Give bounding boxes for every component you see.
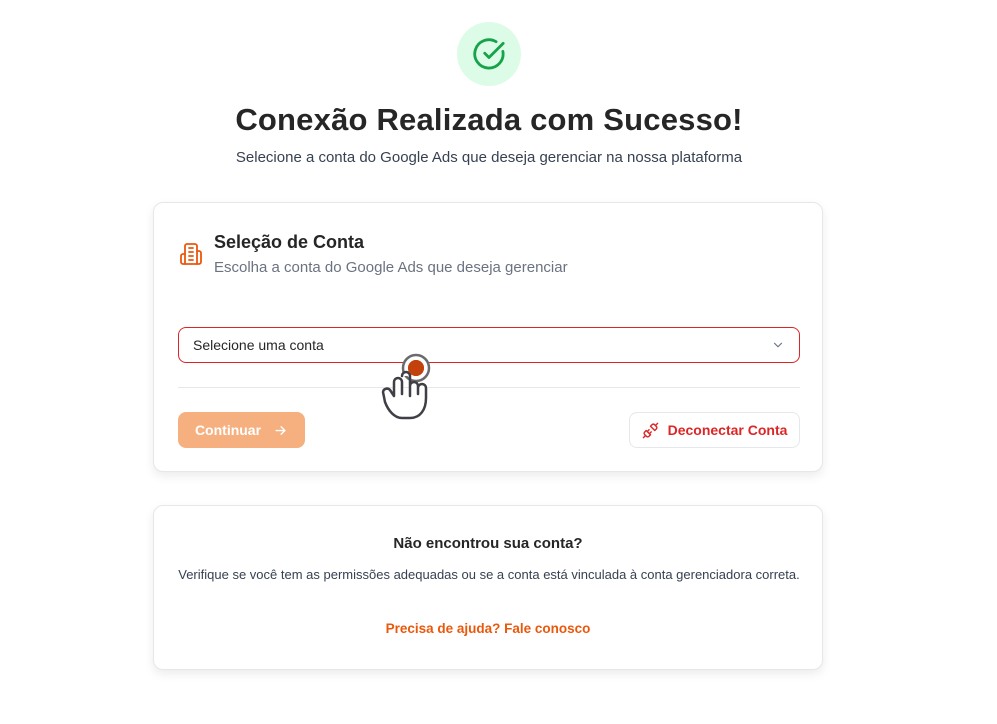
- disconnect-button[interactable]: Deconectar Conta: [629, 412, 800, 448]
- help-card: Não encontrou sua conta? Verifique se vo…: [153, 505, 823, 670]
- card-title: Seleção de Conta: [214, 232, 365, 252]
- card-description: Escolha a conta do Google Ads que deseja…: [214, 259, 568, 276]
- help-text: Verifique se você tem as permissões adeq…: [178, 567, 800, 582]
- help-link[interactable]: Precisa de ajuda? Fale conosco: [154, 621, 822, 636]
- page: Conexão Realizada com Sucesso! Selecione…: [0, 0, 997, 724]
- arrow-right-icon: [275, 425, 286, 435]
- account-select[interactable]: Selecione uma conta: [178, 327, 800, 363]
- select-value: Selecione uma conta: [193, 337, 324, 353]
- disconnect-label: Deconectar Conta: [667, 422, 788, 438]
- help-title: Não encontrou sua conta?: [393, 535, 583, 552]
- unplug-icon: [642, 422, 658, 438]
- continue-button[interactable]: Continuar: [178, 412, 305, 448]
- account-selection-card: Seleção de Conta Escolha a conta do Goog…: [153, 202, 823, 472]
- page-subtitle: Selecione a conta do Google Ads que dese…: [235, 149, 743, 166]
- success-badge: [457, 22, 521, 86]
- page-title: Conexão Realizada com Sucesso!: [235, 102, 743, 137]
- building-icon: [180, 243, 202, 265]
- chevron-down-icon: [773, 342, 783, 348]
- divider: [178, 387, 800, 388]
- check-circle-icon: [473, 38, 505, 70]
- continue-label: Continuar: [194, 422, 262, 438]
